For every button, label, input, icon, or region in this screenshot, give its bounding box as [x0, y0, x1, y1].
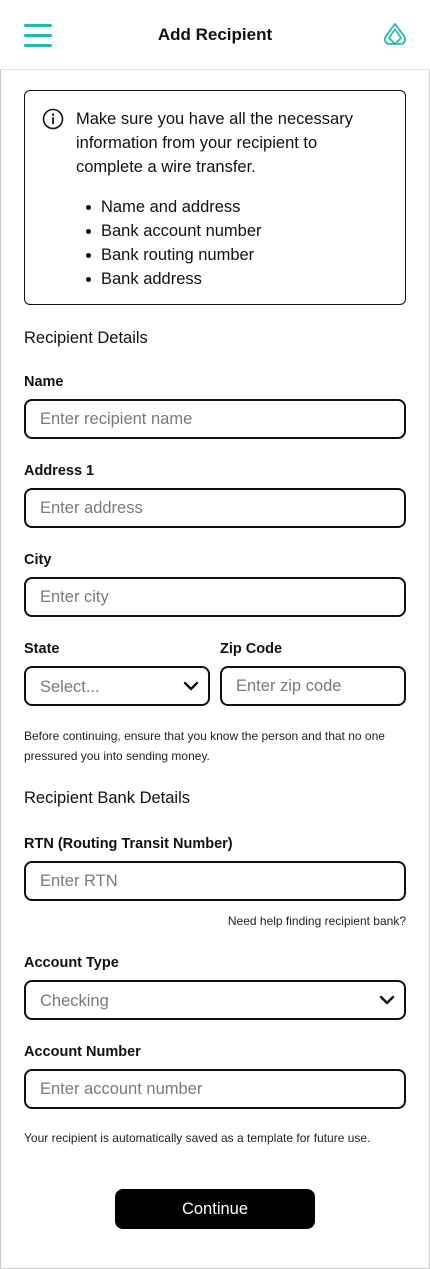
chevron-down-icon: [183, 681, 199, 691]
address1-label: Address 1: [24, 463, 95, 479]
account-type-label: Account Type: [24, 955, 119, 971]
template-note: Your recipient is automatically saved as…: [24, 1131, 371, 1145]
address1-field-box: [24, 488, 406, 528]
info-message: Make sure you have all the necessary inf…: [76, 110, 353, 176]
required-info-list: Name and address Bank account number Ban…: [80, 195, 262, 291]
info-icon: [42, 108, 64, 130]
address1-input[interactable]: [26, 490, 404, 526]
rtn-label: RTN (Routing Transit Number): [24, 836, 233, 852]
city-label: City: [24, 552, 52, 568]
info-notice-box: Make sure you have all the necessary inf…: [24, 90, 406, 305]
list-item: Bank address: [80, 267, 262, 291]
city-field-box: [24, 577, 406, 617]
safety-note: Before continuing, ensure that you know …: [24, 729, 385, 763]
name-field-box: [24, 399, 406, 439]
recipient-name-input[interactable]: [26, 401, 404, 437]
brand-logo-icon[interactable]: [382, 22, 408, 48]
recipient-details-heading: Recipient Details: [24, 329, 148, 347]
list-item: Name and address: [80, 195, 262, 219]
city-input[interactable]: [26, 579, 404, 615]
account-number-label: Account Number: [24, 1044, 141, 1060]
rtn-input[interactable]: [26, 863, 404, 899]
zip-code-input[interactable]: [222, 668, 404, 704]
header-bar: Add Recipient: [0, 0, 430, 70]
account-type-select[interactable]: Checking: [24, 980, 406, 1020]
state-select[interactable]: Select...: [24, 666, 210, 706]
name-label: Name: [24, 374, 64, 390]
list-item: Bank routing number: [80, 243, 262, 267]
account-number-field-box: [24, 1069, 406, 1109]
page-title: Add Recipient: [157, 25, 273, 44]
list-item: Bank account number: [80, 219, 262, 243]
account-type-select-value: Checking: [40, 992, 109, 1010]
account-number-input[interactable]: [26, 1071, 404, 1107]
zip-label: Zip Code: [220, 641, 283, 657]
find-bank-help-link[interactable]: Need help finding recipient bank?: [228, 911, 406, 931]
bank-details-heading: Recipient Bank Details: [24, 789, 190, 807]
continue-button[interactable]: Continue: [115, 1189, 315, 1229]
zip-field-box: [220, 666, 406, 706]
chevron-down-icon: [379, 995, 395, 1005]
rtn-field-box: [24, 861, 406, 901]
state-label: State: [24, 641, 60, 657]
state-select-value: Select...: [40, 678, 100, 696]
